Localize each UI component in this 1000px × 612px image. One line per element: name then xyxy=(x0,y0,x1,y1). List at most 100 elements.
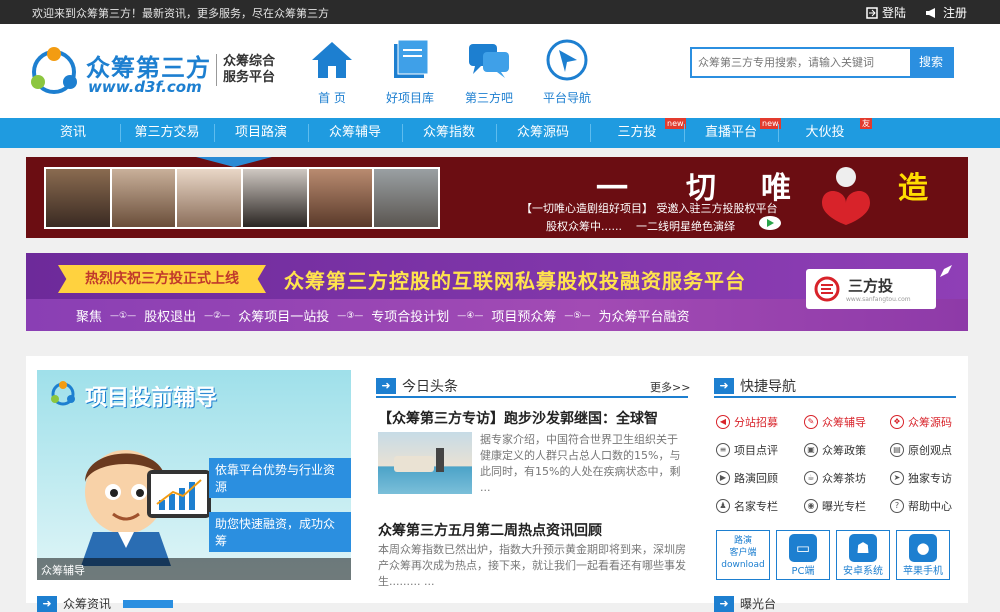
sanfangtou-launch-banner[interactable]: 热烈庆祝三方投正式上线 众筹第三方控股的互联网私募股权投融资服务平台 三方投 w… xyxy=(26,253,968,331)
quicknav-item[interactable]: ♟ 名家专栏 xyxy=(716,498,778,514)
search-box: 搜索 xyxy=(690,47,954,78)
quicknav-item[interactable]: ☕ 众筹茶坊 xyxy=(804,470,866,486)
actor-photo-strip xyxy=(44,167,440,229)
sanfangtou-logo-icon xyxy=(814,276,840,302)
step-label: 专项合投计划 xyxy=(371,310,450,325)
megaphone-icon: ◀ xyxy=(716,415,730,429)
sanfangtou-logo-url: www.sanfangtou.com xyxy=(846,296,911,303)
banner-line1: 【一切唯心造剧组好项目】 受邀入驻三方投股权平台 xyxy=(521,202,778,215)
arrow-right-icon: ➜ xyxy=(37,595,57,612)
menu-item-source[interactable]: 众筹源码 xyxy=(496,118,590,148)
launch-ribbon: 热烈庆祝三方投正式上线 xyxy=(58,265,266,293)
logo-slogan: 众筹综合服务平台 xyxy=(216,54,276,86)
login-label: 登陆 xyxy=(882,6,907,20)
quicknav-item[interactable]: ➤ 独家专访 xyxy=(890,470,952,486)
quicknav-item[interactable]: ? 帮助中心 xyxy=(890,498,952,514)
promo-caption-bar: 众筹辅导 xyxy=(37,558,351,580)
nav-platforms[interactable]: 平台导航 xyxy=(531,38,603,106)
quicknav-label: 分站招募 xyxy=(734,416,778,429)
menu-item-trade[interactable]: 第三方交易 xyxy=(120,118,214,148)
iphone-client-download[interactable]: ● 苹果手机 xyxy=(896,530,950,580)
quicknav-label: 独家专访 xyxy=(908,472,952,485)
promo-bubble1: 依靠平台优势与行业资源 xyxy=(209,458,351,498)
news-item-title[interactable]: 众筹第三方五月第二周热点资讯回顾 xyxy=(378,520,602,540)
quicknav-item[interactable]: ≡ 项目点评 xyxy=(716,442,778,458)
news-item-title[interactable]: 【众筹第三方专访】跑步沙发郭继国：全球智 xyxy=(378,408,658,428)
quicknav-title: 快捷导航 xyxy=(740,379,796,395)
nav-home[interactable]: 首 页 xyxy=(296,38,368,106)
exposure-section-header: ➜ 曝光台 xyxy=(714,595,776,612)
quicknav-item[interactable]: ▶ 路演回顾 xyxy=(716,470,778,486)
chat-icon xyxy=(469,44,509,78)
quicknav-label: 项目点评 xyxy=(734,444,778,457)
app-label: 安卓系统 xyxy=(843,566,883,577)
news-thumbnail[interactable] xyxy=(378,432,472,494)
policy-icon: ▣ xyxy=(804,443,818,457)
site-logo[interactable]: 众筹第三方 www.d3f.com 众筹综合服务平台 xyxy=(26,44,281,104)
register-link[interactable]: 注册 xyxy=(925,4,967,21)
banner-char: 造 xyxy=(898,171,928,206)
menu-item-news[interactable]: 资讯 xyxy=(26,118,120,148)
book-icon xyxy=(394,39,429,78)
promo-title: 项目投前辅导 xyxy=(85,386,218,411)
step-label: 众筹项目一站投 xyxy=(238,310,330,325)
menu-item-roadshow[interactable]: 项目路演 xyxy=(214,118,308,148)
interview-icon: ➤ xyxy=(890,471,904,485)
app-label: 路演 客户端 download xyxy=(721,536,765,570)
arrow-right-icon: ➜ xyxy=(714,595,734,612)
menu-item-dahuotou[interactable]: 大伙投 xyxy=(778,118,872,148)
search-input[interactable] xyxy=(692,49,910,76)
quicknav-item[interactable]: ❖ 众筹源码 xyxy=(890,414,952,430)
quicknav-label: 曝光专栏 xyxy=(822,500,866,513)
nav-forum-label: 第三方吧 xyxy=(464,91,513,105)
login-link[interactable]: 登陆 xyxy=(866,4,906,21)
nav-platforms-label: 平台导航 xyxy=(542,91,591,105)
quicknav-item[interactable]: ✎ 众筹辅导 xyxy=(804,414,866,430)
logo-emblem-icon xyxy=(51,381,75,406)
growth-chart-icon xyxy=(151,474,207,514)
code-icon: ❖ xyxy=(890,415,904,429)
menu-item-index[interactable]: 众筹指数 xyxy=(402,118,496,148)
friend-badge: 友 xyxy=(860,118,872,129)
play-arrow-icon xyxy=(759,216,781,230)
news-item-snippet: 本周众筹指数已然出炉，指数大升预示黄金期即将到来，深圳房产众筹再次成为热点，接下… xyxy=(378,543,686,588)
quicknav-label: 众筹政策 xyxy=(822,444,866,457)
headlines-header: ➜ 今日头条 xyxy=(376,376,458,396)
navigation-icon xyxy=(546,39,588,81)
home-icon xyxy=(312,42,352,78)
content-area: 项目投前辅导 依靠平台优势与行业资源 助您快速融资，成功众筹 众筹辅导 ➜ 今日… xyxy=(26,356,968,612)
nav-projects[interactable]: 好项目库 xyxy=(374,38,446,106)
quicknav-item[interactable]: ▤ 原创观点 xyxy=(890,442,952,458)
headlines-more-link[interactable]: 更多>> xyxy=(650,379,690,395)
step-label: 股权退出 xyxy=(144,310,197,325)
quicknav-item[interactable]: ▣ 众筹政策 xyxy=(804,442,866,458)
quicknav-label: 原创观点 xyxy=(908,444,952,457)
eye-icon: ◉ xyxy=(804,499,818,513)
coaching-promo[interactable]: 项目投前辅导 依靠平台优势与行业资源 助您快速融资，成功众筹 众筹辅导 xyxy=(37,370,351,580)
promo-bubble2: 助您快速融资，成功众筹 xyxy=(209,512,351,552)
nav-home-label: 首 页 xyxy=(318,91,346,105)
nav-forum[interactable]: 第三方吧 xyxy=(453,38,525,106)
top-bar: 欢迎来到众筹第三方！最新资讯，更多服务，尽在众筹第三方 登陆 注册 xyxy=(0,0,1000,24)
help-icon: ? xyxy=(890,499,904,513)
quicknav-item[interactable]: ◉ 曝光专栏 xyxy=(804,498,866,514)
headlines-title: 今日头条 xyxy=(402,379,458,395)
android-icon: ☗ xyxy=(849,534,877,562)
user-icon: ♟ xyxy=(716,499,730,513)
movie-promo-banner[interactable]: 一 切 唯 造 【一切唯心造剧组好项目】 受邀入驻三方投股权平台 股权众筹中..… xyxy=(26,157,968,238)
news-item-ellipsis: ... xyxy=(480,481,491,494)
pc-client-download[interactable]: ▭ PC端 xyxy=(776,530,830,580)
banner-pointer xyxy=(196,157,272,167)
roadshow-client-download[interactable]: 路演 客户端 download xyxy=(716,530,770,580)
android-client-download[interactable]: ☗ 安卓系统 xyxy=(836,530,890,580)
feature-steps: 聚焦 —①— 股权退出 —②— 众筹项目一站投 —③— 专项合投计划 —④— 项… xyxy=(76,306,689,325)
quicknav-item[interactable]: ◀ 分站招募 xyxy=(716,414,778,430)
play-icon: ▶ xyxy=(716,471,730,485)
search-button[interactable]: 搜索 xyxy=(910,49,952,76)
guide-icon: ✎ xyxy=(804,415,818,429)
menu-item-coaching[interactable]: 众筹辅导 xyxy=(308,118,402,148)
login-icon xyxy=(866,6,878,19)
register-label: 注册 xyxy=(943,6,968,20)
exposure-section-label: 曝光台 xyxy=(740,597,777,611)
quicknav-label: 众筹辅导 xyxy=(822,416,866,429)
